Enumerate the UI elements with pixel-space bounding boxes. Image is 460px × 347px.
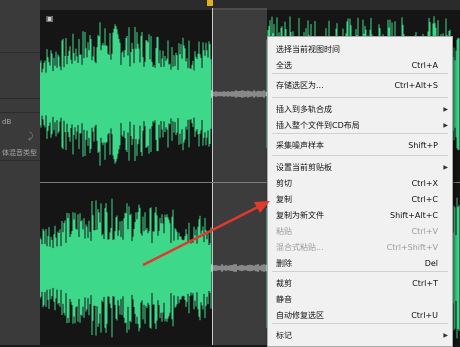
menu-item-label: 插入到多轨合成 [276, 105, 332, 114]
menu-item-label: 存储选区为... [276, 81, 324, 90]
submenu-arrow-icon: ▶ [443, 164, 448, 171]
menu-item[interactable]: 自动修复选区 Ctrl+U [268, 309, 452, 323]
menu-item-label: 全选 [276, 61, 292, 70]
submenu-arrow-icon: ▶ [443, 122, 448, 129]
time-selection[interactable] [212, 8, 267, 345]
submenu-arrow-icon: ▶ [443, 106, 448, 113]
menu-item-label: 混合式粘贴... [276, 243, 324, 252]
menu-item-shortcut: Ctrl+T [412, 279, 438, 288]
submenu-arrow-icon: ▶ [443, 332, 448, 339]
menu-item[interactable]: 插入整个文件到CD布局 ▶ [268, 119, 452, 133]
menu-separator [272, 73, 448, 74]
menu-item-label: 静音 [276, 295, 292, 304]
menu-separator [272, 155, 448, 156]
menu-item-shortcut: Ctrl+C [411, 195, 438, 204]
menu-item-label: 复制为新文件 [276, 211, 324, 220]
menu-item-shortcut: Ctrl+Shift+V [386, 243, 438, 252]
menu-item[interactable]: 插入到多轨合成 ▶ [268, 103, 452, 117]
menu-item-shortcut: Ctrl+U [411, 311, 438, 320]
menu-item[interactable]: 标记 ▶ [268, 329, 452, 343]
menu-item-shortcut: Ctrl+V [411, 227, 438, 236]
menu-separator [272, 133, 448, 134]
menu-item[interactable]: 裁剪 Ctrl+T [268, 277, 452, 291]
menu-item-shortcut: Ctrl+X [411, 179, 438, 188]
panel-divider [0, 160, 40, 161]
db-label: dB [2, 118, 12, 126]
panel-divider [0, 98, 40, 99]
context-menu[interactable]: 选择当前视图时间 全选 Ctrl+A 存储选区为... Ctrl+Alt+S 插入到多轨合… [267, 36, 453, 347]
mix-type-label: 体混音类型 [2, 149, 37, 157]
menu-item-label: 设置当前剪贴板 [276, 163, 332, 172]
menu-item: 粘贴 Ctrl+V [268, 225, 452, 239]
menu-item-label: 自动修复选区 [276, 311, 324, 320]
playhead-marker[interactable] [207, 0, 213, 6]
menu-item[interactable]: 剪切 Ctrl+X [268, 177, 452, 191]
menu-item[interactable]: 静音 [268, 293, 452, 307]
menu-item: 混合式粘贴... Ctrl+Shift+V [268, 241, 452, 255]
menu-item[interactable]: 删除 Del [268, 257, 452, 271]
menu-item-shortcut: Ctrl+A [411, 61, 438, 70]
left-panel: dB ⤸ 体混音类型 [0, 0, 41, 345]
menu-item-label: 删除 [276, 259, 292, 268]
menu-separator [272, 97, 448, 98]
menu-separator [272, 271, 448, 272]
menu-item[interactable]: 复制 Ctrl+C [268, 193, 452, 207]
menu-item[interactable]: 存储选区为... Ctrl+Alt+S [268, 79, 452, 93]
menu-separator [272, 323, 448, 324]
menu-item[interactable]: 采集噪声样本 Shift+P [268, 139, 452, 153]
menu-item[interactable]: 复制为新文件 Shift+Alt+C [268, 209, 452, 223]
menu-item-label: 标记 [276, 331, 292, 340]
menu-item-label: 复制 [276, 195, 292, 204]
menu-item-label: 粘贴 [276, 227, 292, 236]
menu-item-label: 插入整个文件到CD布局 [276, 121, 360, 130]
panel-divider [0, 52, 40, 53]
menu-item-label: 剪切 [276, 179, 292, 188]
menu-item-shortcut: Del [424, 259, 438, 268]
menu-item-shortcut: Ctrl+Alt+S [394, 81, 438, 90]
menu-item[interactable]: 选择当前视图时间 [268, 43, 452, 57]
menu-item[interactable]: 设置当前剪贴板 ▶ [268, 161, 452, 175]
menu-item-label: 选择当前视图时间 [276, 45, 340, 54]
menu-item-shortcut: Shift+P [408, 141, 438, 150]
menu-item-label: 裁剪 [276, 279, 292, 288]
menu-item[interactable]: 全选 Ctrl+A [268, 59, 452, 73]
arrow-icon[interactable]: ⤸ [28, 132, 33, 142]
menu-item-label: 采集噪声样本 [276, 141, 324, 150]
menu-item-shortcut: Shift+Alt+C [389, 211, 438, 220]
channel-icon[interactable]: ▣ [46, 14, 54, 23]
panel-divider [0, 112, 40, 113]
